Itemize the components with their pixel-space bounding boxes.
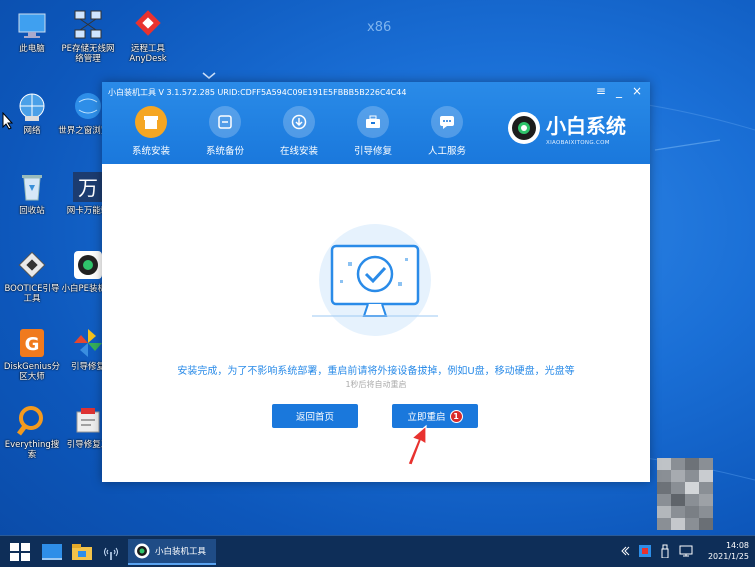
wireless-icon <box>104 547 118 560</box>
tab-label: 在线安装 <box>279 146 318 157</box>
toolbox-icon <box>357 106 389 138</box>
brand-url: XIAOBAIXITONG.COM <box>546 140 610 146</box>
anydesk-icon <box>131 8 165 42</box>
usb-icon[interactable] <box>660 544 670 558</box>
windows-icon <box>10 543 30 561</box>
brand-logo: 小白系统 XIAOBAIXITONG.COM <box>508 110 626 146</box>
pinwheel-icon <box>71 326 105 360</box>
desktop-icon-pe-network[interactable]: PE存储无线网络管理 <box>58 8 118 64</box>
tray-app-icon[interactable] <box>639 545 651 557</box>
mouse-cursor-icon <box>2 112 14 130</box>
desktop-icon-this-pc[interactable]: 此电脑 <box>2 8 62 54</box>
brand-name: 小白系统 <box>546 114 626 138</box>
minimize-button[interactable]: _ <box>616 84 622 98</box>
diskgenius-icon: G <box>15 326 49 360</box>
chevron-left-icon[interactable] <box>620 546 630 556</box>
install-complete-monitor-icon <box>312 224 438 336</box>
chat-icon <box>431 106 463 138</box>
tab-boot-repair[interactable]: 引导修复 <box>336 106 410 157</box>
tab-bar: 系统安装 系统备份 在线安装 引导修复 人工服务 <box>114 106 484 157</box>
tab-online-install[interactable]: 在线安装 <box>262 106 336 157</box>
computer-icon <box>15 8 49 42</box>
taskbar-clock[interactable]: 14:08 2021/1/25 <box>708 540 749 562</box>
desktop-icon-bootice[interactable]: BOOTICE引导工具 <box>2 248 62 304</box>
install-complete-message: 安装完成，为了不影响系统部署，重启前请将外接设备拔掉，例如U盘，移动硬盘，光盘等 <box>177 366 575 377</box>
tab-label: 系统备份 <box>205 146 244 157</box>
desktop-icon-anydesk[interactable]: 远程工具AnyDesk <box>118 8 178 64</box>
installer-window: 小白装机工具 V 3.1.572.285 URID:CDFF5A594C09E1… <box>102 82 650 482</box>
clock-time: 14:08 <box>725 541 749 550</box>
tab-label: 系统安装 <box>131 146 170 157</box>
desktop-icon-label: BOOTICE引导工具 <box>4 284 60 304</box>
desktop-icon-everything[interactable]: Everything搜索 <box>2 404 62 460</box>
xiaobai-logo-icon <box>71 248 105 282</box>
taskbar-app-label: 小白装机工具 <box>155 547 207 557</box>
step-badge: 1 <box>449 409 463 423</box>
window-header: 小白装机工具 V 3.1.572.285 URID:CDFF5A594C09E1… <box>102 82 650 164</box>
close-button[interactable]: × <box>632 84 642 98</box>
folder-icon <box>72 544 92 560</box>
pointer-arrow-icon <box>407 424 427 466</box>
network-manager-icon <box>71 8 105 42</box>
chevron-down-icon[interactable] <box>202 72 216 80</box>
download-icon <box>283 106 315 138</box>
system-tray <box>620 544 693 558</box>
pixelated-image <box>657 458 713 530</box>
taskbar-network-button[interactable] <box>102 542 120 562</box>
trash-icon <box>15 170 49 204</box>
xiaobai-logo-icon <box>134 543 150 559</box>
desktop-icon-label: 回收站 <box>19 206 45 216</box>
browser-globe-icon <box>71 90 105 124</box>
tab-label: 人工服务 <box>427 146 466 157</box>
desktop-icon-label: DiskGenius分区大师 <box>3 362 61 382</box>
window-controls: ≡ _ × <box>596 84 642 98</box>
bootice-icon <box>15 248 49 282</box>
driver-wan-icon: 万 <box>71 170 105 204</box>
desktop-icon-label: PE存储无线网络管理 <box>61 44 115 64</box>
taskbar-app-xiaobai[interactable]: 小白装机工具 <box>128 539 216 565</box>
desktop-icon-recycle-bin[interactable]: 回收站 <box>2 170 62 216</box>
taskbar-desktop-button[interactable] <box>42 542 62 562</box>
globe-network-icon <box>15 90 49 124</box>
network-status-icon[interactable] <box>679 545 693 557</box>
desktop-icon-diskgenius[interactable]: G DiskGenius分区大师 <box>2 326 62 382</box>
desktop-icon <box>42 544 62 560</box>
back-home-button[interactable]: 返回首页 <box>272 404 358 428</box>
clock-date: 2021/1/25 <box>707 552 749 561</box>
tab-label: 引导修复 <box>353 146 392 157</box>
taskbar-explorer-button[interactable] <box>72 542 92 562</box>
tab-manual-service[interactable]: 人工服务 <box>410 106 484 157</box>
desktop-icon-label: 此电脑 <box>19 44 45 54</box>
desktop-icon-label: Everything搜索 <box>4 440 60 460</box>
taskbar: 小白装机工具 14:08 2021/1/25 <box>0 535 755 567</box>
box-icon <box>135 106 167 138</box>
window-title: 小白装机工具 V 3.1.572.285 URID:CDFF5A594C09E1… <box>108 88 407 97</box>
svg-text:G: G <box>25 334 40 355</box>
start-button[interactable] <box>10 542 30 562</box>
countdown-text: 1秒后将自动重启 <box>345 380 407 389</box>
xiaobai-logo-icon <box>508 112 540 144</box>
restart-now-label: 立即重启 <box>407 412 446 423</box>
repair-tool-icon <box>71 404 105 438</box>
tab-system-backup[interactable]: 系统备份 <box>188 106 262 157</box>
tab-system-install[interactable]: 系统安装 <box>114 106 188 157</box>
search-icon <box>15 404 49 438</box>
arch-watermark: x86 <box>367 20 392 35</box>
menu-button[interactable]: ≡ <box>596 84 606 98</box>
backup-icon <box>209 106 241 138</box>
svg-text:万: 万 <box>78 176 98 200</box>
desktop-icon-label: 远程工具AnyDesk <box>129 44 167 64</box>
